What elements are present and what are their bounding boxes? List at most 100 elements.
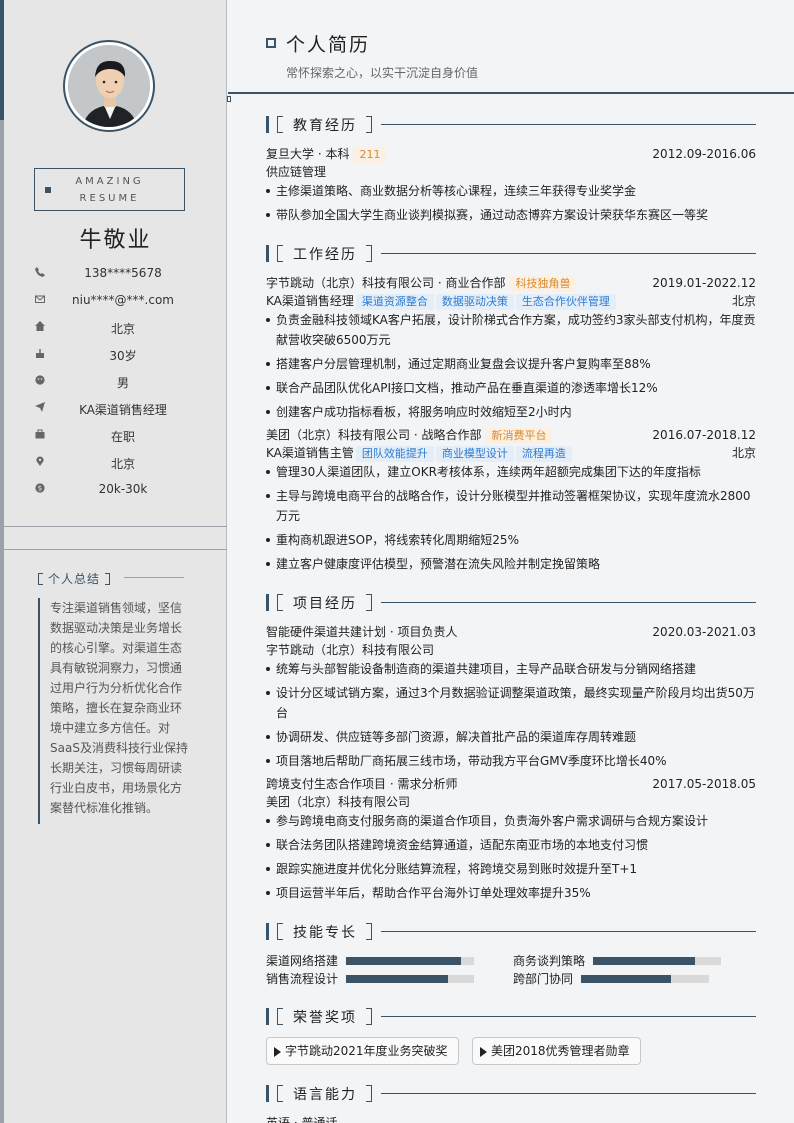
project-org: 字节跳动（北京）科技有限公司 bbox=[266, 643, 435, 657]
skill-tag: 渠道资源整合 bbox=[355, 294, 434, 310]
list-item: 协调研发、供应链等多部门资源，解决首批产品的渠道库存周转难题 bbox=[266, 727, 756, 747]
project-date: 2020.03-2021.03 bbox=[652, 625, 756, 639]
list-item: 参与跨境电商支付服务商的渠道合作项目，负责海外客户需求调研与合规方案设计 bbox=[266, 811, 756, 831]
list-item: 搭建客户分层管理机制，通过定期商业复盘会议提升客户复购率至88% bbox=[266, 354, 756, 374]
section-title: 工作经历 bbox=[293, 247, 357, 263]
skill-name: 销售流程设计 bbox=[266, 972, 339, 986]
info-position: KA渠道销售经理 bbox=[34, 401, 194, 419]
list-item: 重构商机跟进SOP，将线索转化周期缩短25% bbox=[266, 530, 756, 550]
job-city: 北京 bbox=[731, 446, 756, 460]
info-value: 138****5678 bbox=[84, 266, 162, 280]
badge-line-1: AMAZING bbox=[75, 176, 144, 187]
award-chip: 美团2018优秀管理者勋章 bbox=[472, 1037, 641, 1065]
skill-tag: 团队效能提升 bbox=[355, 446, 434, 462]
info-value: 在职 bbox=[110, 430, 135, 444]
list-item: 项目运营半年后，帮助合作平台海外订单处理效率提升35% bbox=[266, 883, 756, 903]
skill-bar bbox=[593, 957, 721, 965]
job-date: 2016.07-2018.12 bbox=[652, 428, 756, 442]
company-tag: 新消费平台 bbox=[485, 428, 553, 444]
education-date: 2012.09-2016.06 bbox=[652, 147, 756, 161]
job-role-row: KA渠道销售主管 团队效能提升 商业模型设计 流程再造 北京 bbox=[266, 444, 756, 462]
list-item: 联合产品团队优化API接口文档，推动产品在垂直渠道的渗透率增长12% bbox=[266, 378, 756, 398]
list-item: 项目落地后帮助厂商拓展三线市场，带动我方平台GMV季度环比增长40% bbox=[266, 751, 756, 771]
page-subtitle: 常怀探索之心，以实干沉淀自身价值 bbox=[286, 66, 479, 80]
title-square-icon bbox=[266, 38, 276, 48]
company-tag: 科技独角兽 bbox=[509, 276, 577, 292]
list-item: 主修渠道策略、商业数据分析等核心课程，连续三年获得专业奖学金 bbox=[266, 181, 756, 201]
info-value: niu****@***.com bbox=[72, 293, 174, 307]
section-honors: 荣誉奖项 bbox=[266, 1008, 756, 1026]
skill-name: 渠道网络搭建 bbox=[266, 954, 339, 968]
list-item: 统筹与头部智能设备制造商的渠道共建项目，主导产品联合研发与分销网络搭建 bbox=[266, 659, 756, 679]
skill-item: 渠道网络搭建 bbox=[266, 953, 476, 969]
skill-bar-fill bbox=[593, 957, 696, 965]
skill-name: 商务谈判策略 bbox=[513, 954, 586, 968]
summary-title-rule bbox=[124, 577, 184, 578]
info-email: niu****@***.com bbox=[34, 293, 194, 311]
list-item: 管理30人渠道团队，建立OKR考核体系，连续两年超额完成集团下达的年度指标 bbox=[266, 462, 756, 482]
list-item: 联合法务团队搭建跨境资金结算通道，适配东南亚市场的本地支付习惯 bbox=[266, 835, 756, 855]
section-education: 教育经历 bbox=[266, 116, 756, 134]
list-item: 创建客户成功指标看板，将服务响应时效缩短至2小时内 bbox=[266, 402, 756, 422]
info-residence: 北京 bbox=[34, 320, 194, 338]
page-title: 个人简历 bbox=[286, 34, 371, 56]
list-item: 设计分区域试销方案，通过3个月数据验证调整渠道政策，最终实现量产阶段月均出货50… bbox=[266, 683, 756, 723]
skill-tag: 流程再造 bbox=[515, 446, 572, 462]
info-age: 30岁 bbox=[34, 347, 194, 365]
school-tag: 211 bbox=[353, 147, 387, 163]
job-role-row: KA渠道销售经理 渠道资源整合 数据驱动决策 生态合作伙伴管理 北京 bbox=[266, 292, 756, 310]
skill-tag: 生态合作伙伴管理 bbox=[515, 294, 616, 310]
info-target-city: 北京 bbox=[34, 455, 194, 473]
education-header: 复旦大学 · 本科 211 2012.09-2016.06 bbox=[266, 145, 756, 163]
skill-item: 商务谈判策略 bbox=[513, 953, 723, 969]
school: 复旦大学 · 本科 bbox=[266, 147, 350, 161]
section-title: 技能专长 bbox=[293, 925, 357, 941]
section-skills: 技能专长 bbox=[266, 923, 756, 941]
skill-bar bbox=[346, 957, 474, 965]
section-languages: 语言能力 bbox=[266, 1085, 756, 1103]
job-header: 字节跳动（北京）科技有限公司 · 商业合作部 科技独角兽 2019.01-2022… bbox=[266, 274, 756, 292]
triangle-icon bbox=[480, 1047, 487, 1057]
summary-text: 专注渠道销售领域，坚信数据驱动决策是业务增长的核心引擎。对渠道生态具有敏锐洞察力… bbox=[38, 598, 188, 824]
list-item: 建立客户健康度评估模型，预警潜在流失风险并制定挽留策略 bbox=[266, 554, 756, 574]
list-item: 带队参加全国大学生商业谈判模拟赛，通过动态博弈方案设计荣获华东赛区一等奖 bbox=[266, 205, 756, 225]
candidate-name: 牛敬业 bbox=[79, 228, 152, 253]
info-status: 在职 bbox=[34, 428, 194, 446]
project-header: 智能硬件渠道共建计划 · 项目负责人 2020.03-2021.03 bbox=[266, 623, 756, 641]
info-value: 男 bbox=[116, 376, 129, 390]
company: 美团（北京）科技有限公司 · 战略合作部 bbox=[266, 428, 482, 442]
award-label: 美团2018优秀管理者勋章 bbox=[491, 1044, 630, 1058]
section-title: 教育经历 bbox=[293, 118, 357, 134]
summary-title: 个人总结 bbox=[38, 570, 111, 587]
skill-item: 销售流程设计 bbox=[266, 971, 476, 987]
list-item: 负责金融科技领域KA客户拓展，设计阶梯式合作方案，成功签约3家头部支付机构，年度… bbox=[266, 310, 756, 350]
triangle-icon bbox=[274, 1047, 281, 1057]
avatar bbox=[63, 40, 155, 132]
badge-square-icon bbox=[45, 187, 51, 193]
project-name: 智能硬件渠道共建计划 · 项目负责人 bbox=[266, 625, 458, 639]
avatar-photo bbox=[68, 45, 150, 127]
section-title: 语言能力 bbox=[293, 1087, 357, 1103]
list-item: 主导与跨境电商平台的战略合作，设计分账模型并推动签署框架协议，实现年度流水280… bbox=[266, 486, 756, 526]
project-org: 美团（北京）科技有限公司 bbox=[266, 795, 411, 809]
skill-bar-fill bbox=[346, 957, 462, 965]
skill-bar bbox=[581, 975, 709, 983]
skill-name: 跨部门协同 bbox=[513, 972, 574, 986]
header-rule bbox=[228, 92, 794, 94]
info-value: 北京 bbox=[110, 457, 135, 471]
list-item: 跟踪实施进度并优化分账结算流程，将跨境交易到账时效提升至T+1 bbox=[266, 859, 756, 879]
info-value: 北京 bbox=[110, 322, 135, 336]
skill-bar-fill bbox=[346, 975, 449, 983]
header-marker bbox=[227, 96, 231, 102]
skill-bar bbox=[346, 975, 474, 983]
project-date: 2017.05-2018.05 bbox=[652, 777, 756, 791]
section-projects: 项目经历 bbox=[266, 594, 756, 612]
skill-bar-fill bbox=[581, 975, 671, 983]
resume-badge: AMAZING RESUME bbox=[34, 168, 185, 211]
info-value: 30岁 bbox=[109, 349, 137, 363]
major: 供应链管理 bbox=[266, 165, 327, 179]
project-header: 跨境支付生态合作项目 · 需求分析师 2017.05-2018.05 bbox=[266, 775, 756, 793]
company: 字节跳动（北京）科技有限公司 · 商业合作部 bbox=[266, 276, 506, 290]
skill-tag: 商业模型设计 bbox=[435, 446, 514, 462]
info-value: 20k-30k bbox=[98, 482, 148, 496]
